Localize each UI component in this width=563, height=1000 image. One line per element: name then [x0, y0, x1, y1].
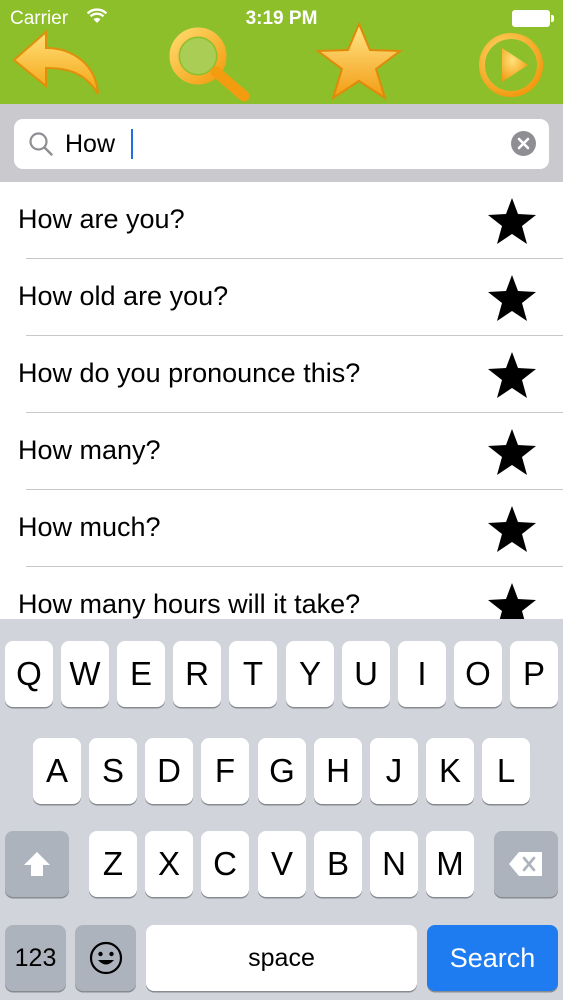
list-item-label: How old are you?	[18, 281, 229, 311]
key-y[interactable]: Y	[286, 641, 334, 707]
key-v[interactable]: V	[258, 831, 306, 897]
key-q[interactable]: Q	[5, 641, 53, 707]
key-n[interactable]: N	[370, 831, 418, 897]
keyboard: Q W E R T Y U I O P A S D F G H J K L Z …	[0, 619, 563, 1000]
text-caret	[131, 129, 133, 159]
key-o[interactable]: O	[454, 641, 502, 707]
clear-search-button[interactable]	[511, 131, 536, 156]
key-j[interactable]: J	[370, 738, 418, 804]
emoji-key[interactable]	[75, 925, 136, 991]
status-time: 3:19 PM	[245, 8, 318, 29]
key-w[interactable]: W	[61, 641, 109, 707]
back-arrow-icon	[12, 30, 99, 95]
search-key[interactable]: Search	[427, 925, 558, 991]
key-c[interactable]: C	[201, 831, 249, 897]
star-icon[interactable]	[487, 197, 537, 245]
play-icon	[479, 33, 543, 97]
search-bar: How	[0, 104, 563, 182]
key-r[interactable]: R	[173, 641, 221, 707]
magnifier-icon	[169, 27, 250, 102]
key-m[interactable]: M	[426, 831, 474, 897]
list-item-label: How much?	[18, 512, 161, 542]
top-toolbar: Carrier 3:19 PM	[0, 0, 563, 104]
list-item[interactable]: How do you pronounce this?	[0, 336, 563, 413]
key-h[interactable]: H	[314, 738, 362, 804]
key-x[interactable]: X	[145, 831, 193, 897]
numbers-key[interactable]: 123	[5, 925, 66, 991]
key-d[interactable]: D	[145, 738, 193, 804]
key-p[interactable]: P	[510, 641, 558, 707]
key-g[interactable]: G	[258, 738, 306, 804]
shift-icon	[24, 852, 50, 876]
star-icon[interactable]	[487, 351, 537, 399]
list-item-label: How many hours will it take?	[18, 589, 361, 619]
key-s[interactable]: S	[89, 738, 137, 804]
key-k[interactable]: K	[426, 738, 474, 804]
star-icon	[315, 22, 403, 100]
phrase-list: How are you? How old are you? How do you…	[0, 182, 563, 619]
star-icon[interactable]	[487, 505, 537, 553]
key-i[interactable]: I	[398, 641, 446, 707]
play-toolbar-button[interactable]	[478, 32, 544, 98]
key-z[interactable]: Z	[89, 831, 137, 897]
key-u[interactable]: U	[342, 641, 390, 707]
shift-key[interactable]	[5, 831, 69, 897]
space-key[interactable]: space	[146, 925, 417, 991]
back-button[interactable]	[10, 30, 102, 98]
search-icon	[29, 132, 53, 156]
battery-icon	[512, 10, 554, 27]
list-item[interactable]: How much?	[0, 490, 563, 567]
key-f[interactable]: F	[201, 738, 249, 804]
search-input-value: How	[65, 130, 116, 158]
search-input[interactable]: How	[14, 119, 549, 169]
list-item[interactable]: How many?	[0, 413, 563, 490]
list-item-label: How are you?	[18, 204, 185, 234]
star-icon[interactable]	[487, 582, 537, 619]
key-e[interactable]: E	[117, 641, 165, 707]
star-icon[interactable]	[487, 274, 537, 322]
clear-icon	[517, 137, 530, 150]
delete-icon	[509, 852, 542, 876]
star-icon[interactable]	[487, 428, 537, 476]
search-toolbar-button[interactable]	[160, 26, 254, 104]
list-item[interactable]: How are you?	[0, 182, 563, 259]
list-item-label: How many?	[18, 435, 161, 465]
key-b[interactable]: B	[314, 831, 362, 897]
favorites-toolbar-button[interactable]	[314, 22, 404, 100]
key-a[interactable]: A	[33, 738, 81, 804]
key-l[interactable]: L	[482, 738, 530, 804]
list-item[interactable]: How many hours will it take?	[0, 567, 563, 619]
list-item-label: How do you pronounce this?	[18, 358, 361, 388]
list-item[interactable]: How old are you?	[0, 259, 563, 336]
emoji-icon	[89, 941, 122, 975]
delete-key[interactable]	[494, 831, 558, 897]
key-t[interactable]: T	[229, 641, 277, 707]
